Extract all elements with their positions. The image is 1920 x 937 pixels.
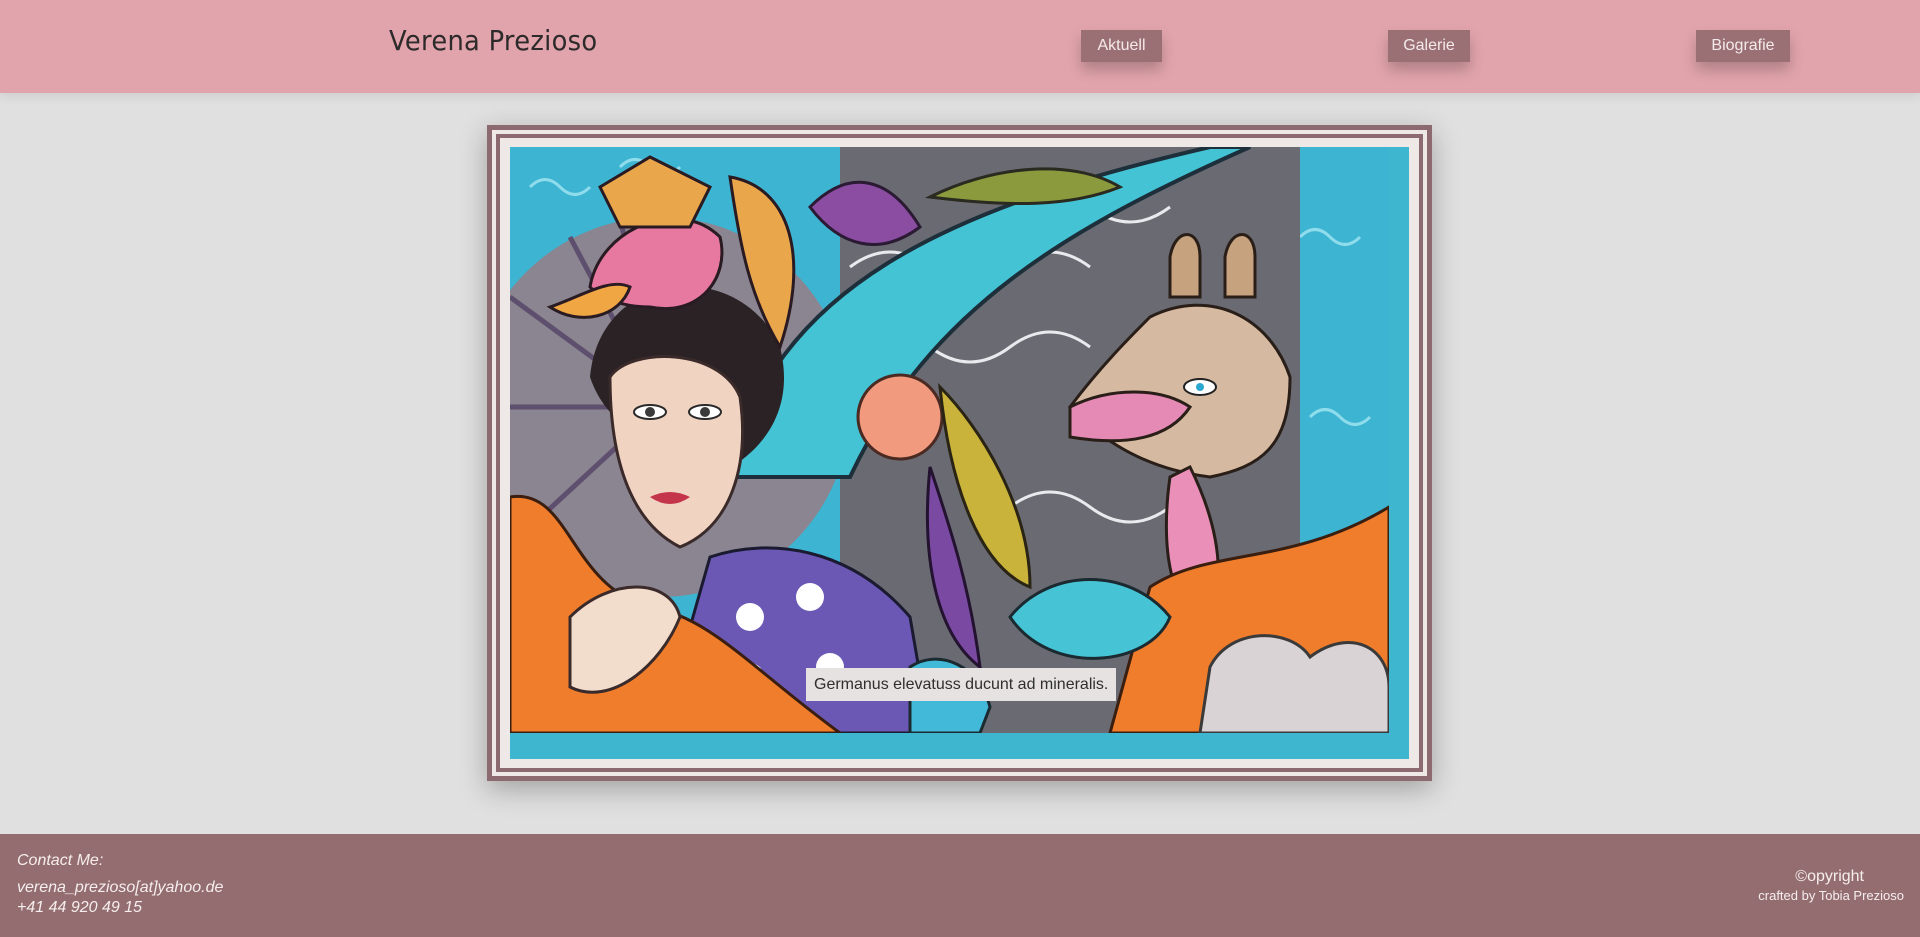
copyright-text: ©opyright [1795,868,1864,885]
nav-biografie-button[interactable]: Biografie [1696,30,1790,62]
contact-title: Contact Me: [17,852,104,869]
crafted-by-text: crafted by Tobia Prezioso [1758,888,1904,903]
nav-galerie-button[interactable]: Galerie [1388,30,1470,62]
site-brand[interactable]: Verena Prezioso [389,24,597,57]
contact-phone: +41 44 920 49 15 [17,899,143,916]
nav-aktuell-button[interactable]: Aktuell [1081,30,1162,62]
contact-email: verena_prezioso[at]yahoo.de [17,879,224,896]
site-footer: Contact Me: verena_prezioso[at]yahoo.de … [0,834,1920,937]
artwork-caption: Germanus elevatuss ducunt ad mineralis. [806,668,1117,701]
site-header: Verena Prezioso Aktuell Galerie Biografi… [0,0,1920,93]
